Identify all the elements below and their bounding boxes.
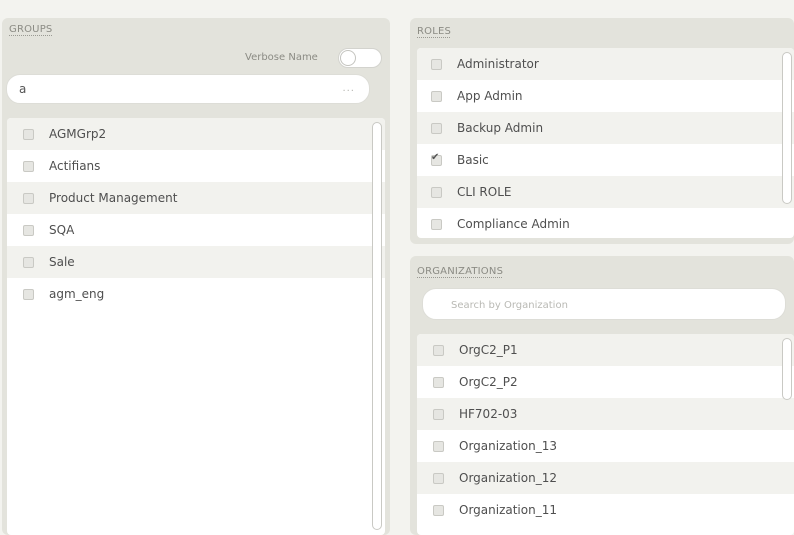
checkbox[interactable] — [23, 288, 34, 300]
roles-list: Administrator App Admin Backup Admin Basic C… — [417, 48, 794, 238]
organization-row[interactable]: Organization_11 — [417, 494, 794, 526]
organizations-panel: ORGANIZATIONS OrgC2_P1OrgC2_P2HF702-03Or… — [410, 256, 794, 535]
checkbox[interactable] — [431, 218, 442, 230]
role-row[interactable]: App Admin — [417, 80, 794, 112]
organizations-title: ORGANIZATIONS — [417, 266, 504, 277]
organization-label: OrgC2_P2 — [459, 375, 518, 389]
role-row[interactable]: CLI ROLE — [417, 176, 794, 208]
group-row[interactable]: Sale — [7, 246, 385, 278]
roles-scrollbar[interactable] — [782, 52, 792, 204]
role-label: Backup Admin — [457, 121, 544, 135]
checkbox[interactable] — [433, 376, 444, 388]
groups-list: AGMGrp2 Actifians Product Management SQA Sal… — [7, 118, 385, 535]
organization-row[interactable]: HF702-03 — [417, 398, 794, 430]
group-row[interactable]: AGMGrp2 — [7, 118, 385, 150]
organizations-search-input[interactable] — [423, 289, 785, 319]
checkbox[interactable] — [23, 256, 34, 268]
role-row[interactable]: Backup Admin — [417, 112, 794, 144]
checkbox[interactable] — [433, 440, 444, 452]
group-label: AGMGrp2 — [49, 127, 107, 141]
roles-panel: ROLES Administrator App Admin Backup Admin… — [410, 18, 794, 244]
organization-row[interactable]: Organization_13 — [417, 430, 794, 462]
role-row[interactable]: Administrator — [417, 48, 794, 80]
group-row[interactable]: SQA — [7, 214, 385, 246]
group-label: agm_eng — [49, 287, 105, 301]
checkbox[interactable] — [433, 472, 444, 484]
checkbox[interactable] — [431, 90, 442, 102]
checkbox[interactable] — [433, 504, 444, 516]
role-label: Basic — [457, 153, 489, 167]
group-label: SQA — [49, 223, 75, 237]
toggle-knob — [340, 50, 356, 66]
organization-row[interactable]: OrgC2_P1 — [417, 334, 794, 366]
verbose-name-label: Verbose Name — [245, 52, 318, 63]
role-row[interactable]: Compliance Admin — [417, 208, 794, 238]
checkbox[interactable] — [431, 122, 442, 134]
organization-label: Organization_12 — [459, 471, 557, 485]
organization-label: Organization_13 — [459, 439, 557, 453]
organization-label: HF702-03 — [459, 407, 518, 421]
groups-panel: GROUPS Verbose Name ... AGMGrp2 Actifians… — [2, 18, 390, 535]
organization-row[interactable]: Organization_12 — [417, 462, 794, 494]
role-label: Compliance Admin — [457, 217, 570, 231]
group-row[interactable]: Actifians — [7, 150, 385, 182]
organizations-scrollbar[interactable] — [782, 338, 792, 400]
group-label: Actifians — [49, 159, 101, 173]
checkbox[interactable] — [23, 128, 34, 140]
role-label: Administrator — [457, 57, 539, 71]
checkbox[interactable] — [433, 344, 444, 356]
organization-label: Organization_11 — [459, 503, 557, 517]
role-row[interactable]: Basic — [417, 144, 794, 176]
checkbox[interactable] — [431, 58, 442, 70]
roles-title: ROLES — [417, 26, 452, 37]
role-label: CLI ROLE — [457, 185, 512, 199]
checkbox[interactable] — [433, 408, 444, 420]
groups-scrollbar[interactable] — [372, 122, 382, 530]
verbose-name-toggle[interactable] — [338, 48, 382, 68]
checkbox-checked[interactable] — [431, 152, 442, 166]
groups-search-box: ... — [6, 74, 370, 104]
checkbox[interactable] — [23, 192, 34, 204]
role-label: App Admin — [457, 89, 523, 103]
organizations-list: OrgC2_P1 OrgC2_P2 HF702-03 Organization_13 O… — [417, 334, 794, 535]
groups-search-dots: ... — [342, 83, 355, 94]
group-label: Product Management — [49, 191, 178, 205]
groups-title: GROUPS — [9, 24, 53, 35]
group-row[interactable]: agm_eng — [7, 278, 385, 310]
group-row[interactable]: Product Management — [7, 182, 385, 214]
checkbox[interactable] — [23, 160, 34, 172]
checkbox[interactable] — [431, 186, 442, 198]
organization-row[interactable]: OrgC2_P2 — [417, 366, 794, 398]
group-label: Sale — [49, 255, 75, 269]
organization-label: OrgC2_P1 — [459, 343, 518, 357]
checkbox[interactable] — [23, 224, 34, 236]
groups-search-input[interactable] — [7, 75, 369, 103]
organizations-search-box — [422, 288, 786, 320]
